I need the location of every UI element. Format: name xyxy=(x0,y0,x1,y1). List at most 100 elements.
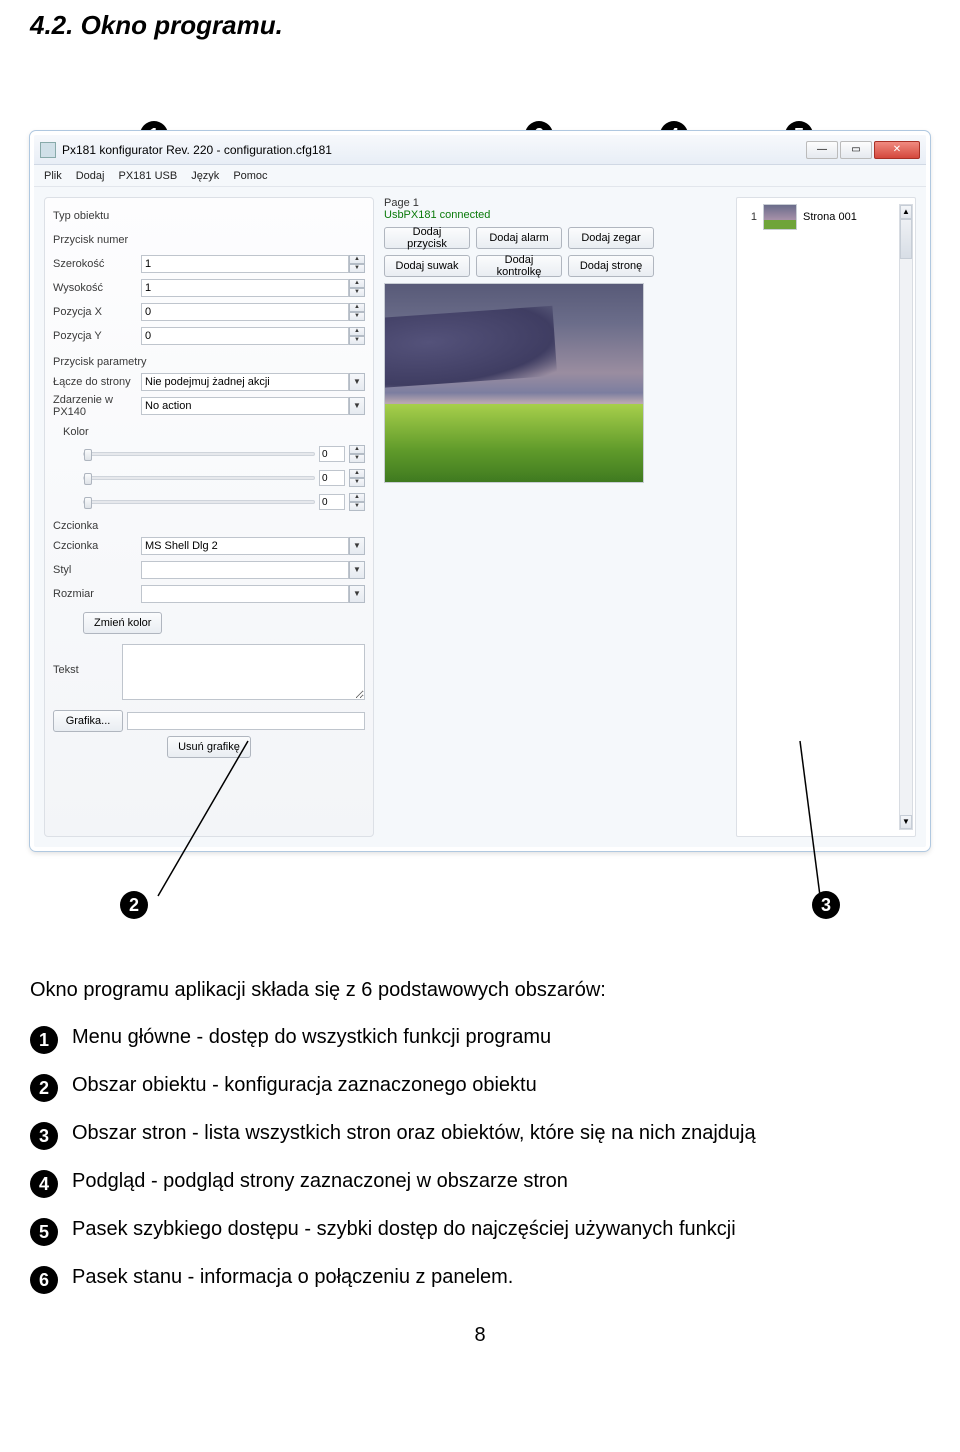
section-heading: 4.2. Okno programu. xyxy=(30,10,930,41)
desc-4: Podgląd - podgląd strony zaznaczonej w o… xyxy=(72,1170,568,1193)
slider-thumb[interactable] xyxy=(84,473,92,485)
slider-b-value[interactable] xyxy=(319,494,345,510)
maximize-button[interactable]: ▭ xyxy=(840,141,872,159)
page-preview xyxy=(384,283,644,483)
desc-2: Obszar obiektu - konfiguracja zaznaczone… xyxy=(72,1074,537,1097)
chevron-down-icon[interactable]: ▼ xyxy=(349,373,365,391)
page-thumbnail xyxy=(763,204,797,230)
bullet-4: 4 xyxy=(30,1170,58,1198)
scroll-down-icon[interactable]: ▼ xyxy=(900,815,912,829)
label-pozx: Pozycja X xyxy=(53,306,141,318)
dodaj-strone-button[interactable]: Dodaj stronę xyxy=(568,255,654,277)
page-tree-label: Strona 001 xyxy=(803,211,857,223)
close-button[interactable]: ✕ xyxy=(874,141,920,159)
spin-down-icon[interactable]: ▼ xyxy=(349,502,365,511)
callout-3: 3 xyxy=(812,891,840,919)
slider-g[interactable] xyxy=(83,476,315,480)
dodaj-przycisk-button[interactable]: Dodaj przycisk xyxy=(384,227,470,249)
spin-up-icon[interactable]: ▲ xyxy=(349,493,365,502)
bullet-3: 3 xyxy=(30,1122,58,1150)
spin-down-icon[interactable]: ▼ xyxy=(349,336,365,345)
combo-czcionka[interactable] xyxy=(141,537,349,555)
label-styl: Styl xyxy=(53,564,141,576)
label-zdarzenie: Zdarzenie w PX140 xyxy=(53,394,141,418)
input-pozx[interactable] xyxy=(141,303,349,321)
spin-up-icon[interactable]: ▲ xyxy=(349,255,365,264)
desc-3: Obszar stron - lista wszystkich stron or… xyxy=(72,1122,756,1145)
label-czcionka-section: Czcionka xyxy=(53,520,365,532)
input-pozy[interactable] xyxy=(141,327,349,345)
menu-plik[interactable]: Plik xyxy=(44,170,62,182)
slider-b[interactable] xyxy=(83,500,315,504)
label-rozmiar: Rozmiar xyxy=(53,588,141,600)
dodaj-suwak-button[interactable]: Dodaj suwak xyxy=(384,255,470,277)
app-icon xyxy=(40,142,56,158)
spin-down-icon[interactable]: ▼ xyxy=(349,478,365,487)
slider-thumb[interactable] xyxy=(84,497,92,509)
spin-up-icon[interactable]: ▲ xyxy=(349,445,365,454)
combo-zdarzenie[interactable] xyxy=(141,397,349,415)
page-tree-num: 1 xyxy=(743,211,757,223)
combo-rozmiar[interactable] xyxy=(141,585,349,603)
label-przycisk-parametry: Przycisk parametry xyxy=(53,356,365,368)
usun-grafike-button[interactable]: Usuń grafikę xyxy=(167,736,251,758)
scroll-handle[interactable] xyxy=(900,219,912,259)
spin-down-icon[interactable]: ▼ xyxy=(349,288,365,297)
preview-grass xyxy=(385,404,643,482)
chevron-down-icon[interactable]: ▼ xyxy=(349,537,365,555)
page-number: 8 xyxy=(30,1324,930,1347)
bullet-6: 6 xyxy=(30,1266,58,1294)
intro-text: Okno programu aplikacji składa się z 6 p… xyxy=(30,979,930,1002)
bullet-1: 1 xyxy=(30,1026,58,1054)
chevron-down-icon[interactable]: ▼ xyxy=(349,585,365,603)
spin-up-icon[interactable]: ▲ xyxy=(349,469,365,478)
combo-lacze[interactable] xyxy=(141,373,349,391)
slider-thumb[interactable] xyxy=(84,449,92,461)
slider-r[interactable] xyxy=(83,452,315,456)
chevron-down-icon[interactable]: ▼ xyxy=(349,397,365,415)
dodaj-kontrolke-button[interactable]: Dodaj kontrolkę xyxy=(476,255,562,277)
chevron-down-icon[interactable]: ▼ xyxy=(349,561,365,579)
minimize-button[interactable]: — xyxy=(806,141,838,159)
spin-up-icon[interactable]: ▲ xyxy=(349,327,365,336)
input-wysokosc[interactable] xyxy=(141,279,349,297)
object-panel: Typ obiektu Przycisk numer Szerokość ▲▼ … xyxy=(44,197,374,837)
scroll-up-icon[interactable]: ▲ xyxy=(900,205,912,219)
menu-dodaj[interactable]: Dodaj xyxy=(76,170,105,182)
menu-pomoc[interactable]: Pomoc xyxy=(233,170,267,182)
label-tekst: Tekst xyxy=(53,644,122,676)
dodaj-alarm-button[interactable]: Dodaj alarm xyxy=(476,227,562,249)
label-szerokosc: Szerokość xyxy=(53,258,141,270)
label-typ: Typ obiektu xyxy=(53,210,141,222)
input-grafika-path[interactable] xyxy=(127,712,365,730)
pages-panel: 1 Strona 001 ▲ ▼ xyxy=(736,197,916,837)
zmien-kolor-button[interactable]: Zmień kolor xyxy=(83,612,162,634)
label-przycisk-numer: Przycisk numer xyxy=(53,234,141,246)
slider-r-value[interactable] xyxy=(319,446,345,462)
label-pozy: Pozycja Y xyxy=(53,330,141,342)
input-szerokosc[interactable] xyxy=(141,255,349,273)
page-tree-item[interactable]: 1 Strona 001 xyxy=(743,204,909,230)
label-czcionka: Czcionka xyxy=(53,540,141,552)
label-wysokosc: Wysokość xyxy=(53,282,141,294)
desc-6: Pasek stanu - informacja o połączeniu z … xyxy=(72,1266,513,1289)
slider-g-value[interactable] xyxy=(319,470,345,486)
spin-up-icon[interactable]: ▲ xyxy=(349,303,365,312)
titlebar: Px181 konfigurator Rev. 220 - configurat… xyxy=(34,135,926,165)
spin-down-icon[interactable]: ▼ xyxy=(349,312,365,321)
menu-px181usb[interactable]: PX181 USB xyxy=(118,170,177,182)
desc-1: Menu główne - dostęp do wszystkich funkc… xyxy=(72,1026,551,1049)
spin-down-icon[interactable]: ▼ xyxy=(349,264,365,273)
scrollbar[interactable]: ▲ ▼ xyxy=(899,204,913,830)
spin-down-icon[interactable]: ▼ xyxy=(349,454,365,463)
spin-up-icon[interactable]: ▲ xyxy=(349,279,365,288)
combo-styl[interactable] xyxy=(141,561,349,579)
bullet-5: 5 xyxy=(30,1218,58,1246)
app-window: Px181 konfigurator Rev. 220 - configurat… xyxy=(30,131,930,851)
textarea-tekst[interactable] xyxy=(122,644,365,700)
menu-jezyk[interactable]: Język xyxy=(191,170,219,182)
grafika-button[interactable]: Grafika... xyxy=(53,710,123,732)
dodaj-zegar-button[interactable]: Dodaj zegar xyxy=(568,227,654,249)
label-lacze: Łącze do strony xyxy=(53,376,141,388)
page-label: Page 1 xyxy=(384,197,419,209)
